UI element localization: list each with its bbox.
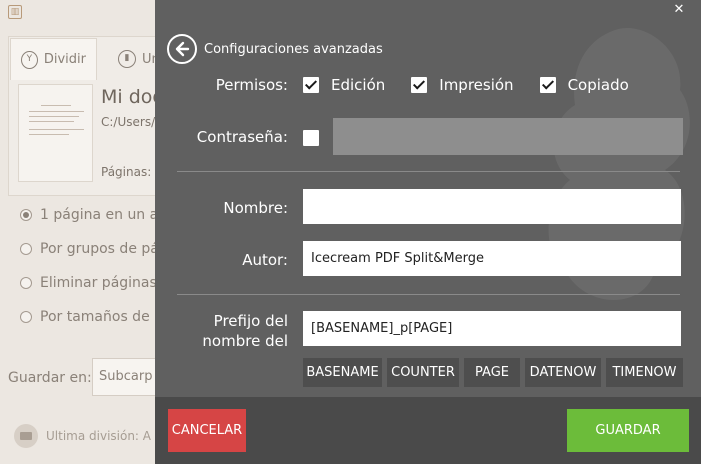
token-buttons: BASENAME COUNTER PAGE DATENOW TIMENOW <box>303 358 683 387</box>
last-split-label: Ultima división: A <box>46 429 151 443</box>
password-checkbox[interactable] <box>303 130 319 146</box>
permission-edit-label: Edición <box>331 76 386 94</box>
permissions-label: Permisos: <box>215 76 288 94</box>
token-counter-button[interactable]: COUNTER <box>387 358 459 387</box>
name-input[interactable] <box>303 189 681 224</box>
split-option-size[interactable]: Por tamaños de la <box>20 309 167 325</box>
split-icon: Y <box>21 50 38 69</box>
author-input[interactable] <box>303 241 681 276</box>
token-page-button[interactable]: PAGE <box>464 358 520 387</box>
split-option-one-page[interactable]: 1 página en un arc <box>20 207 171 223</box>
tab-split[interactable]: Y Dividir <box>10 38 97 80</box>
token-timenow-button[interactable]: TIMENOW <box>606 358 683 387</box>
document-pages-label: Páginas: <box>101 165 152 179</box>
prefix-input[interactable] <box>303 311 681 346</box>
prefix-label: Prefijo del nombre del <box>175 311 288 351</box>
password-input[interactable] <box>333 118 683 155</box>
permission-print-label: Impresión <box>439 76 514 94</box>
prefix-label-line2: nombre del <box>202 332 288 350</box>
app-logo-icon: ▥ <box>8 5 22 19</box>
prefix-label-line1: Prefijo del <box>213 312 288 330</box>
author-label: Autor: <box>242 251 288 269</box>
dialog-title: Configuraciones avanzadas <box>204 41 383 57</box>
radio-button[interactable] <box>20 311 32 323</box>
password-label: Contraseña: <box>196 128 288 146</box>
save-in-label: Guardar en: <box>8 370 92 386</box>
back-button[interactable] <box>167 34 197 64</box>
merge-icon: ▮ <box>118 50 136 68</box>
document-title: Mi doc <box>101 86 163 108</box>
permission-edit[interactable]: Edición <box>303 76 385 94</box>
token-datenow-button[interactable]: DATENOW <box>525 358 601 387</box>
tab-split-label: Dividir <box>43 52 86 67</box>
radio-button[interactable] <box>20 277 32 289</box>
permission-copy-label: Copiado <box>567 76 629 94</box>
folder-icon[interactable] <box>14 424 38 448</box>
cancel-button[interactable]: CANCELAR <box>168 409 246 452</box>
split-option-groups[interactable]: Por grupos de pág <box>20 241 168 257</box>
radio-button[interactable] <box>20 209 32 221</box>
dialog-footer: CANCELAR GUARDAR <box>155 397 701 464</box>
split-option-label: Por grupos de pág <box>40 241 168 257</box>
divider <box>177 294 680 295</box>
permission-copy[interactable]: Copiado <box>539 76 629 94</box>
split-option-label: 1 página en un arc <box>40 207 172 223</box>
dialog-header: Configuraciones avanzadas <box>167 34 383 64</box>
close-button[interactable]: ✕ <box>671 2 687 18</box>
divider <box>177 171 680 172</box>
name-label: Nombre: <box>223 199 288 217</box>
split-option-label: Eliminar páginas <box>40 275 157 291</box>
permission-edit-checkbox[interactable] <box>303 77 319 93</box>
split-option-label: Por tamaños de la <box>40 309 167 325</box>
token-basename-button[interactable]: BASENAME <box>303 358 382 387</box>
last-split-row: Ultima división: A <box>14 424 151 448</box>
document-path: C:/Users/ <box>101 115 156 129</box>
advanced-settings-panel: ✕ Configuraciones avanzadas Permisos: Ed… <box>155 0 701 464</box>
permission-print-checkbox[interactable] <box>411 77 428 93</box>
split-option-delete[interactable]: Eliminar páginas <box>20 275 157 291</box>
arrow-left-icon <box>175 41 190 57</box>
permission-copy-checkbox[interactable] <box>539 77 556 93</box>
save-button[interactable]: GUARDAR <box>567 409 689 452</box>
document-thumbnail <box>18 84 93 182</box>
permission-print[interactable]: Impresión <box>411 76 514 94</box>
permissions-group: Edición Impresión Copiado <box>303 76 655 94</box>
radio-button[interactable] <box>20 243 32 255</box>
